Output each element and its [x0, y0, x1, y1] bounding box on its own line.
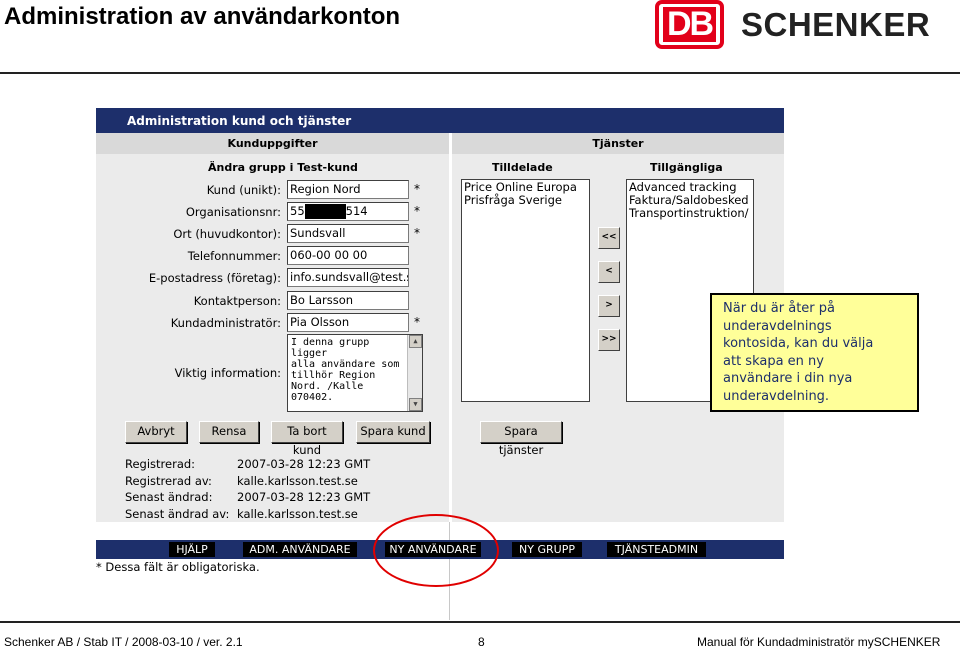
highlight-ring — [373, 514, 499, 587]
footer-rule — [0, 621, 960, 623]
callout-line: att skapa en ny — [723, 353, 824, 369]
meta-row: Senast ändrad: 2007-03-28 12:23 GMT — [125, 489, 370, 506]
meta-row: Registrerad av: kalle.karlsson.test.se — [125, 473, 370, 490]
move-all-left-button[interactable]: << — [598, 227, 620, 249]
callout-line: kontosida, kan du välja — [723, 336, 874, 352]
assigned-heading: Tilldelade — [492, 161, 553, 174]
meta-value: kalle.karlsson.test.se — [237, 506, 358, 521]
org-number-label: Organisationsnr: — [185, 205, 281, 219]
schenker-wordmark: SCHENKER — [741, 6, 931, 43]
callout-line: underavdelnings — [723, 318, 832, 334]
org-number-field[interactable]: 55 514 — [287, 202, 409, 221]
customer-section-heading: Kunduppgifter — [96, 133, 449, 154]
app-title-bar: Administration kund och tjänster — [96, 108, 784, 133]
scroll-down-icon[interactable]: ▼ — [409, 398, 422, 411]
scroll-up-icon[interactable]: ▲ — [409, 335, 422, 348]
available-heading: Tillgängliga — [650, 161, 723, 174]
db-logo-box: DB — [655, 0, 724, 49]
save-customer-button[interactable]: Spara kund — [356, 421, 430, 443]
footer-right: Manual för Kundadministratör mySCHENKER — [697, 635, 941, 649]
meta-key: Registrerad av: — [125, 473, 212, 488]
required-marker: * — [414, 315, 420, 329]
header-rule — [0, 72, 960, 74]
cancel-button[interactable]: Avbryt — [125, 421, 187, 443]
customer-name-field[interactable]: Region Nord — [287, 180, 409, 199]
list-item[interactable]: Prisfråga Sverige — [464, 194, 587, 207]
meta-key: Senast ändrad: — [125, 490, 213, 504]
meta-value: 2007-03-28 12:23 GMT — [237, 457, 371, 471]
nav-help[interactable]: HJÄLP — [169, 542, 215, 557]
important-info-textarea[interactable]: I denna grupp ligger alla användare som … — [287, 334, 423, 412]
save-services-button[interactable]: Spara tjänster — [480, 421, 562, 457]
required-marker: * — [414, 182, 420, 196]
customer-admin-field[interactable]: Pia Olsson — [287, 313, 409, 332]
clear-button[interactable]: Rensa — [199, 421, 259, 443]
info-line: alla användare som — [291, 359, 400, 370]
email-field[interactable]: info.sundsvall@test.se — [287, 268, 409, 287]
customer-name-label: Kund (unikt): — [206, 183, 281, 197]
info-line: tillhör Region — [291, 370, 376, 381]
meta-value: kalle.karlsson.test.se — [237, 473, 358, 488]
city-label: Ort (huvudkontor): — [173, 227, 281, 241]
phone-field[interactable]: 060-00 00 00 — [287, 246, 409, 265]
slide-title: Administration av användarkonton — [4, 3, 401, 30]
move-all-right-button[interactable]: >> — [598, 329, 620, 351]
nav-service-admin[interactable]: TJÄNSTEADMIN — [607, 542, 706, 557]
services-section-heading: Tjänster — [452, 133, 784, 154]
callout-line: underavdelning. — [723, 388, 830, 404]
move-right-button[interactable]: > — [598, 295, 620, 317]
group-heading: Ändra grupp i Test-kund — [208, 161, 358, 174]
info-line: I denna grupp ligger — [291, 337, 370, 359]
city-field[interactable]: Sundsvall — [287, 224, 409, 243]
callout-line: användare i din nya — [723, 371, 853, 387]
meta-info: Registrerad: 2007-03-28 12:23 GMT Registr… — [125, 456, 370, 522]
customer-admin-label: Kundadministratör: — [170, 316, 281, 330]
textarea-scrollbar[interactable]: ▲ ▼ — [407, 335, 422, 411]
org-number-prefix: 55 — [290, 204, 305, 218]
phone-label: Telefonnummer: — [187, 249, 281, 263]
instruction-callout: När du är åter på underavdelnings kontos… — [710, 293, 919, 412]
required-marker: * — [414, 226, 420, 240]
important-info-label: Viktig information: — [174, 366, 281, 380]
meta-row: Senast ändrad av: kalle.karlsson.test.se — [125, 506, 370, 523]
nav-admin-users[interactable]: ADM. ANVÄNDARE — [243, 542, 357, 557]
org-number-suffix: 514 — [345, 204, 368, 218]
meta-row: Registrerad: 2007-03-28 12:23 GMT — [125, 456, 370, 473]
meta-key: Senast ändrad av: — [125, 506, 230, 521]
footer-left: Schenker AB / Stab IT / 2008-03-10 / ver… — [4, 635, 243, 649]
callout-line: När du är åter på — [723, 301, 835, 316]
redaction-block — [304, 204, 346, 219]
meta-value: 2007-03-28 12:23 GMT — [237, 490, 371, 504]
move-left-button[interactable]: < — [598, 261, 620, 283]
nav-new-group[interactable]: NY GRUPP — [512, 542, 582, 557]
contact-person-label: Kontaktperson: — [193, 294, 281, 308]
page-number: 8 — [478, 635, 485, 649]
list-item[interactable]: Transportinstruktion/ — [629, 207, 751, 220]
email-label: E-postadress (företag): — [148, 271, 281, 285]
assigned-services-list[interactable]: Price Online Europa Prisfråga Sverige — [461, 179, 590, 402]
app-window: Administration kund och tjänster Kundupp… — [96, 108, 784, 620]
db-logo-letters: DB — [663, 7, 716, 42]
required-marker: * — [414, 204, 420, 218]
delete-customer-button[interactable]: Ta bort kund — [271, 421, 343, 457]
info-line: Nord. /Kalle 070402. — [291, 381, 364, 403]
db-schenker-logo: DB SCHENKER — [655, 0, 945, 50]
meta-key: Registrerad: — [125, 457, 196, 471]
contact-person-field[interactable]: Bo Larsson — [287, 291, 409, 310]
required-footnote: * Dessa fält är obligatoriska. — [96, 560, 260, 574]
